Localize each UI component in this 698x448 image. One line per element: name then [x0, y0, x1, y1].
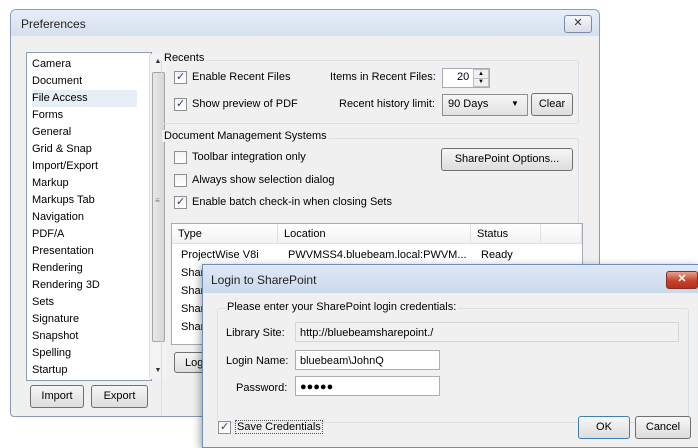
export-button[interactable]: Export [91, 385, 148, 408]
always-show-selection-label: Always show selection dialog [192, 174, 335, 186]
login-name-field[interactable]: bluebeam\JohnQ [295, 350, 440, 370]
close-icon: ✕ [677, 273, 687, 285]
category-item-spelling[interactable]: Spelling [32, 345, 137, 362]
table-cell-location: PWVMSS4.bluebeam.local:PWVM... [288, 249, 467, 261]
password-field[interactable]: ●●●●● [295, 376, 440, 396]
recent-history-limit-label: Recent history limit: [339, 98, 435, 110]
recents-group-label: Recents [162, 52, 207, 64]
items-in-recent-files-value: 20 [457, 71, 470, 83]
preferences-close-button[interactable]: ✕ [564, 15, 592, 33]
category-item-forms[interactable]: Forms [32, 107, 137, 124]
toolbar-integration-checkbox[interactable] [174, 151, 187, 164]
category-item-navigation[interactable]: Navigation [32, 209, 137, 226]
category-item-document[interactable]: Document [32, 73, 137, 90]
category-item-grid-snap[interactable]: Grid & Snap [32, 141, 137, 158]
save-credentials-checkbox[interactable] [218, 420, 231, 434]
recent-history-limit-select[interactable]: 90 Days ▼ [442, 94, 528, 116]
library-site-label: Library Site: [226, 327, 285, 339]
table-cell-type: Shar [181, 267, 205, 279]
batch-checkin-label: Enable batch check-in when closing Sets [192, 196, 392, 208]
category-item-sets[interactable]: Sets [32, 294, 137, 311]
batch-checkin-checkbox[interactable] [174, 195, 187, 209]
category-item-camera[interactable]: Camera [32, 56, 137, 73]
category-item-snapshot[interactable]: Snapshot [32, 328, 137, 345]
cancel-button[interactable]: Cancel [635, 416, 691, 439]
library-site-field: http://bluebeamsharepoint./ [295, 322, 679, 342]
save-credentials-label[interactable]: Save Credentials [235, 420, 323, 434]
ok-button[interactable]: OK [578, 416, 630, 439]
category-item-general[interactable]: General [32, 124, 137, 141]
login-titlebar: Login to SharePoint ✕ [203, 265, 698, 293]
toolbar-integration-label: Toolbar integration only [192, 151, 306, 163]
items-in-recent-files-stepper[interactable]: 20 ▲ ▼ [442, 68, 490, 88]
login-dialog: Login to SharePoint ✕ Please enter your … [202, 264, 698, 448]
credentials-instructions: Please enter your SharePoint login crede… [225, 301, 459, 313]
category-list[interactable]: Camera Document File Access Forms Genera… [26, 52, 166, 381]
chevron-down-icon: ▼ [511, 99, 519, 108]
table-header-location[interactable]: Location [278, 224, 471, 244]
table-row[interactable]: ProjectWise V8i PWVMSS4.bluebeam.local:P… [172, 246, 582, 264]
table-cell-type: ProjectWise V8i [181, 249, 259, 261]
import-button[interactable]: Import [30, 385, 84, 408]
table-cell-status: Ready [481, 249, 513, 261]
show-preview-checkbox[interactable] [174, 97, 187, 111]
category-item-markups-tab[interactable]: Markups Tab [32, 192, 137, 209]
enable-recent-files-checkbox[interactable] [174, 70, 187, 84]
category-item-rendering[interactable]: Rendering [32, 260, 137, 277]
clear-button[interactable]: Clear [531, 93, 573, 116]
category-item-pdf-a[interactable]: PDF/A [32, 226, 137, 243]
table-cell-type: Shar [181, 285, 205, 297]
enable-recent-files-label: Enable Recent Files [192, 71, 291, 83]
recent-history-limit-value: 90 Days [448, 98, 489, 110]
category-item-startup[interactable]: Startup [32, 362, 137, 379]
show-preview-label: Show preview of PDF [192, 98, 298, 110]
login-title: Login to SharePoint [211, 273, 317, 287]
items-in-recent-files-label: Items in Recent Files: [330, 71, 436, 83]
table-header-type[interactable]: Type [172, 224, 278, 244]
close-icon: ✕ [573, 17, 583, 29]
dms-group-label: Document Management Systems [162, 130, 329, 142]
login-close-button[interactable]: ✕ [666, 271, 698, 289]
login-name-label: Login Name: [226, 355, 289, 367]
spin-down-icon[interactable]: ▼ [473, 78, 489, 87]
preferences-titlebar: Preferences ✕ [11, 10, 599, 36]
category-item-presentation[interactable]: Presentation [32, 243, 137, 260]
category-item-markup[interactable]: Markup [32, 175, 137, 192]
table-cell-type: Shar [181, 321, 205, 333]
password-label: Password: [236, 382, 288, 394]
table-header-status[interactable]: Status [471, 224, 541, 244]
category-item-import-export[interactable]: Import/Export [32, 158, 137, 175]
always-show-selection-checkbox[interactable] [174, 174, 187, 187]
category-item-signature[interactable]: Signature [32, 311, 137, 328]
table-cell-type: Shar [181, 303, 205, 315]
category-item-rendering-3d[interactable]: Rendering 3D [32, 277, 137, 294]
table-header-filler [541, 224, 582, 244]
sharepoint-options-button[interactable]: SharePoint Options... [441, 148, 573, 171]
category-item-file-access[interactable]: File Access [32, 90, 137, 107]
preferences-title: Preferences [21, 17, 86, 31]
